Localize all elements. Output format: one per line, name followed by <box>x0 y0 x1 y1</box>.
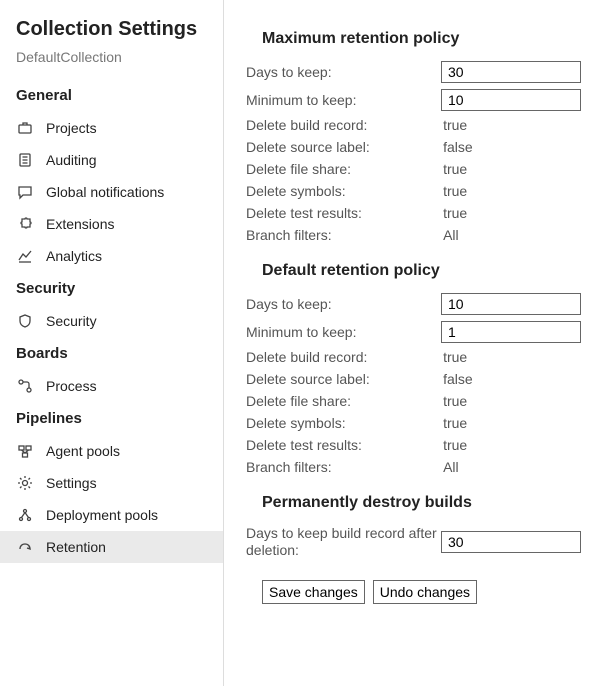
sidebar-item-label: Projects <box>46 120 97 136</box>
max-delete-source-row: Delete source label: false <box>246 136 581 158</box>
form-label: Delete test results: <box>246 205 443 221</box>
destroy-days-row: Days to keep build record after deletion… <box>246 522 581 562</box>
form-label: Days to keep: <box>246 296 441 312</box>
pools-icon <box>16 442 34 460</box>
sidebar-item-analytics[interactable]: Analytics <box>0 240 223 272</box>
sidebar-item-retention[interactable]: Retention <box>0 531 223 563</box>
sidebar-item-security[interactable]: Security <box>0 305 223 337</box>
default-delete-fileshare-row: Delete file share: true <box>246 390 581 412</box>
form-value: true <box>443 161 581 177</box>
undo-button[interactable]: Undo changes <box>373 580 477 604</box>
sidebar-item-agent-pools[interactable]: Agent pools <box>0 435 223 467</box>
form-value: true <box>443 117 581 133</box>
sidebar-item-deployment-pools[interactable]: Deployment pools <box>0 499 223 531</box>
section-title-default-retention: Default retention policy <box>246 246 581 290</box>
form-label: Branch filters: <box>246 227 443 243</box>
max-days-row: Days to keep: <box>246 58 581 86</box>
gear-icon <box>16 474 34 492</box>
max-branch-filters-row: Branch filters: All <box>246 224 581 246</box>
form-label: Minimum to keep: <box>246 92 441 108</box>
sidebar-item-label: Settings <box>46 475 97 491</box>
form-label: Delete build record: <box>246 117 443 133</box>
form-value: false <box>443 371 581 387</box>
sidebar-item-projects[interactable]: Projects <box>0 112 223 144</box>
form-label: Minimum to keep: <box>246 324 441 340</box>
form-label: Days to keep build record after deletion… <box>246 525 441 559</box>
sidebar-item-process[interactable]: Process <box>0 370 223 402</box>
sidebar-item-global-notifications[interactable]: Global notifications <box>0 176 223 208</box>
default-delete-source-row: Delete source label: false <box>246 368 581 390</box>
max-delete-build-row: Delete build record: true <box>246 114 581 136</box>
form-label: Delete symbols: <box>246 183 443 199</box>
max-days-to-keep-input[interactable] <box>441 61 581 83</box>
list-icon <box>16 151 34 169</box>
sidebar-item-label: Auditing <box>46 152 97 168</box>
form-value: true <box>443 393 581 409</box>
max-delete-tests-row: Delete test results: true <box>246 202 581 224</box>
default-branch-filters-row: Branch filters: All <box>246 456 581 478</box>
chat-icon <box>16 183 34 201</box>
form-value: true <box>443 205 581 221</box>
page-title: Collection Settings <box>0 18 223 49</box>
group-header-security: Security <box>0 272 223 305</box>
sidebar-item-label: Deployment pools <box>46 507 158 523</box>
sidebar-item-extensions[interactable]: Extensions <box>0 208 223 240</box>
max-delete-symbols-row: Delete symbols: true <box>246 180 581 202</box>
sidebar-item-settings[interactable]: Settings <box>0 467 223 499</box>
form-label: Branch filters: <box>246 459 443 475</box>
deployment-icon <box>16 506 34 524</box>
form-value: true <box>443 349 581 365</box>
briefcase-icon <box>16 119 34 137</box>
save-button[interactable]: Save changes <box>262 580 365 604</box>
form-value: true <box>443 437 581 453</box>
default-min-row: Minimum to keep: <box>246 318 581 346</box>
form-value: All <box>443 227 581 243</box>
sidebar-item-label: Security <box>46 313 97 329</box>
form-value: true <box>443 415 581 431</box>
form-label: Delete source label: <box>246 139 443 155</box>
max-min-row: Minimum to keep: <box>246 86 581 114</box>
sidebar-item-label: Agent pools <box>46 443 120 459</box>
form-label: Delete file share: <box>246 161 443 177</box>
form-label: Days to keep: <box>246 64 441 80</box>
form-value: false <box>443 139 581 155</box>
group-header-pipelines: Pipelines <box>0 402 223 435</box>
sidebar-item-label: Extensions <box>46 216 114 232</box>
sidebar-item-label: Retention <box>46 539 106 555</box>
form-label: Delete source label: <box>246 371 443 387</box>
default-delete-build-row: Delete build record: true <box>246 346 581 368</box>
sidebar-item-label: Global notifications <box>46 184 164 200</box>
default-delete-tests-row: Delete test results: true <box>246 434 581 456</box>
form-label: Delete build record: <box>246 349 443 365</box>
sidebar-item-label: Process <box>46 378 97 394</box>
button-row: Save changes Undo changes <box>246 562 581 604</box>
sidebar-item-auditing[interactable]: Auditing <box>0 144 223 176</box>
default-days-to-keep-input[interactable] <box>441 293 581 315</box>
group-header-boards: Boards <box>0 337 223 370</box>
form-value: All <box>443 459 581 475</box>
form-value: true <box>443 183 581 199</box>
retention-icon <box>16 538 34 556</box>
collection-name: DefaultCollection <box>0 49 223 79</box>
main-content: Maximum retention policy Days to keep: M… <box>224 0 603 686</box>
form-label: Delete file share: <box>246 393 443 409</box>
form-label: Delete symbols: <box>246 415 443 431</box>
sidebar-item-label: Analytics <box>46 248 102 264</box>
default-delete-symbols-row: Delete symbols: true <box>246 412 581 434</box>
default-days-row: Days to keep: <box>246 290 581 318</box>
max-delete-fileshare-row: Delete file share: true <box>246 158 581 180</box>
sidebar: Collection Settings DefaultCollection Ge… <box>0 0 224 686</box>
default-minimum-to-keep-input[interactable] <box>441 321 581 343</box>
section-title-max-retention: Maximum retention policy <box>246 14 581 58</box>
group-header-general: General <box>0 79 223 112</box>
process-icon <box>16 377 34 395</box>
puzzle-icon <box>16 215 34 233</box>
section-title-destroy: Permanently destroy builds <box>246 478 581 522</box>
destroy-days-input[interactable] <box>441 531 581 553</box>
max-minimum-to-keep-input[interactable] <box>441 89 581 111</box>
chart-icon <box>16 247 34 265</box>
form-label: Delete test results: <box>246 437 443 453</box>
shield-icon <box>16 312 34 330</box>
